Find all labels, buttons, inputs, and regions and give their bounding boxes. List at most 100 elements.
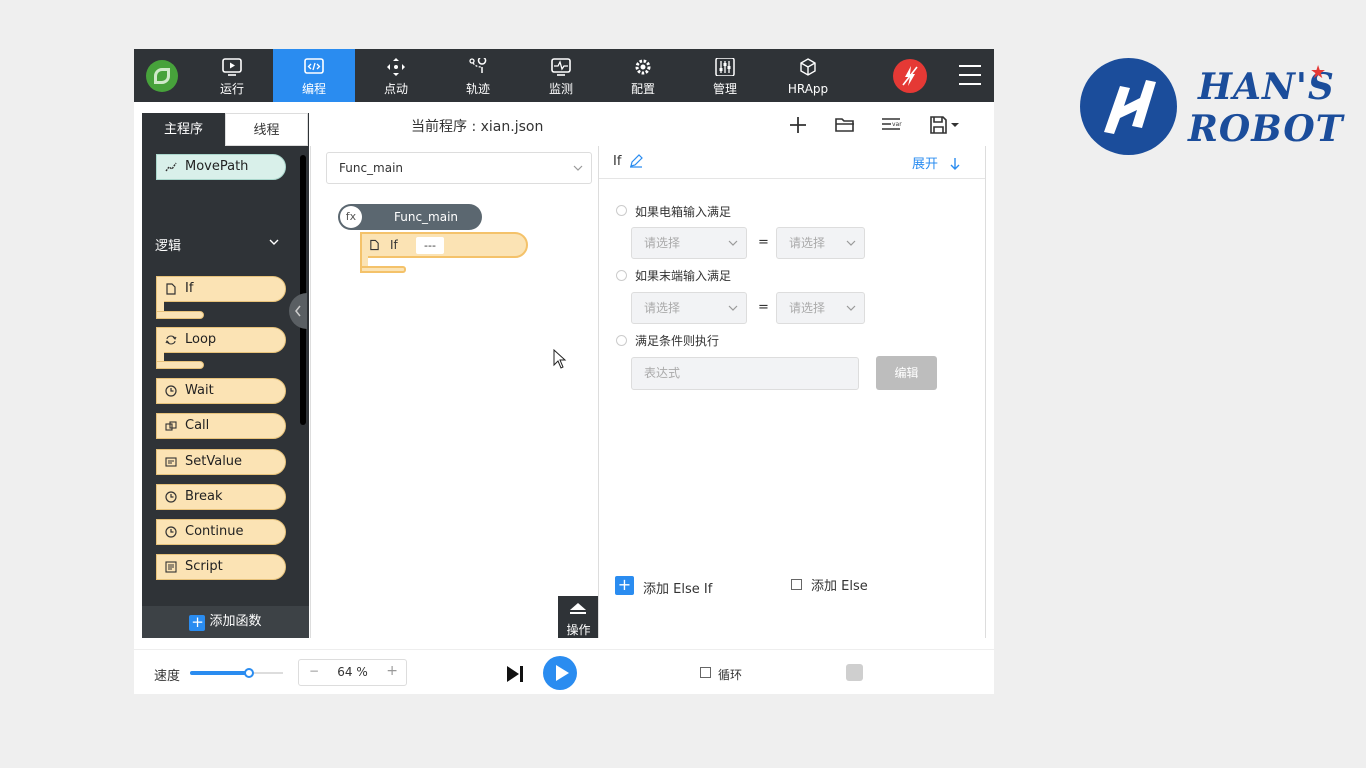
equals-sign: = [758,235,769,250]
add-function-button[interactable]: + 添加函数 [142,606,309,638]
expand-button[interactable]: 展开 [912,153,960,172]
chevron-left-icon [295,305,301,317]
add-icon[interactable] [786,113,810,137]
chevron-down-icon[interactable] [269,237,279,247]
properties-title: If [613,154,622,169]
nav-monitor[interactable]: 监测 [520,49,602,102]
variable-icon[interactable]: var [879,113,903,137]
tab-main-program[interactable]: 主程序 [142,113,225,146]
expand-label: 展开 [912,157,939,172]
block-loop[interactable]: Loop [156,327,286,353]
app-window: 运行 编程 点动 轨迹 监测 配置 管理 HRApp 当前程序: xian.j… [134,49,994,694]
menu-icon[interactable] [959,65,981,85]
script-icon [165,561,177,573]
edit-button[interactable]: 编辑 [876,356,937,390]
box-input-select[interactable]: 请选择 [631,227,747,259]
brand-mark-icon [1080,58,1177,155]
loop-checkbox[interactable] [700,667,711,678]
emergency-stop-button[interactable] [893,59,927,93]
hans-robot-logo: HAN'S ★ ROBOT [1080,58,1350,158]
speed-label: 速度 [154,669,181,684]
clock-icon [165,385,177,397]
block-label: Wait [185,383,214,398]
if-block[interactable]: If --- [360,232,528,258]
call-icon [165,421,177,431]
tab-thread[interactable]: 线程 [225,113,308,146]
section-title-logic: 逻辑 [155,239,182,254]
plus-icon: + [615,576,634,595]
block-label: MovePath [185,159,249,174]
block-label: Call [185,418,210,433]
path-icon [165,162,177,172]
nav-trajectory[interactable]: 轨迹 [437,49,519,102]
block-label: Continue [185,524,244,539]
if-block-label: If [390,238,398,252]
svg-text:var: var [892,121,902,128]
chevron-down-icon [846,240,856,246]
document-icon [370,239,379,251]
operate-button[interactable]: 操作 [558,596,599,638]
stop-button[interactable] [846,664,863,681]
folder-open-icon[interactable] [833,113,857,137]
expression-input[interactable]: 表达式 [631,357,859,390]
add-function-label: 添加函数 [209,614,262,629]
document-icon [166,283,176,295]
run-button[interactable] [543,656,577,690]
nav-program[interactable]: 编程 [273,49,355,102]
nav-label: 编程 [301,82,326,96]
select-placeholder: 请选择 [789,236,826,250]
block-setvalue[interactable]: SetValue [156,449,286,475]
function-block-main[interactable]: fx Func_main [338,204,482,230]
nav-label: 管理 [712,82,737,96]
current-program-label: 当前程序 : xian.json [411,119,544,135]
block-script[interactable]: Script [156,554,286,580]
nav-jog[interactable]: 点动 [355,49,437,102]
palette-scrollbar[interactable] [300,155,306,425]
plus-icon: + [189,613,206,631]
radio-expression[interactable] [616,335,627,346]
nav-label: 运行 [219,82,244,96]
play-icon [556,665,569,681]
end-value-select[interactable]: 请选择 [776,292,865,324]
function-select-value: Func_main [339,161,404,175]
if-condition-field[interactable]: --- [416,237,444,254]
nav-label: 点动 [383,82,408,96]
block-movepath[interactable]: MovePath [156,154,286,180]
end-input-select[interactable]: 请选择 [631,292,747,324]
nav-manage[interactable]: 管理 [684,49,766,102]
move-arrows-icon [387,58,405,76]
clock-icon [165,526,177,538]
code-icon [304,58,324,74]
operate-label: 操作 [566,623,591,637]
step-forward-icon[interactable] [505,665,525,683]
block-call[interactable]: Call [156,413,286,439]
speed-slider-handle[interactable] [244,668,254,678]
power-off-icon [902,66,918,86]
nav-run[interactable]: 运行 [191,49,273,102]
zoom-stepper: − 64 % + [298,659,407,686]
radio-end-input[interactable] [616,270,627,281]
box-value-select[interactable]: 请选择 [776,227,865,259]
block-continue[interactable]: Continue [156,519,286,545]
block-wait[interactable]: Wait [156,378,286,404]
function-select[interactable]: Func_main [326,152,592,184]
cube-icon [800,58,816,76]
app-logo [146,60,178,92]
condition-expression-label: 满足条件则执行 [635,334,720,348]
save-dropdown-icon[interactable] [928,113,960,137]
condition-end-input-label: 如果末端输入满足 [635,269,732,283]
speed-slider-fill [190,671,250,675]
radio-box-input[interactable] [616,205,627,216]
brand-text-line2: ROBOT [1188,108,1344,150]
add-else-label: 添加 Else [811,579,868,594]
block-palette: 主程序 线程 MovePath 逻辑 If Loop Wait Call Set… [142,113,309,638]
pencil-icon[interactable] [629,154,643,168]
nav-config[interactable]: 配置 [602,49,684,102]
block-if[interactable]: If [156,276,286,302]
block-break[interactable]: Break [156,484,286,510]
nav-label: 轨迹 [465,82,490,96]
nav-hrapp[interactable]: HRApp [767,49,849,102]
zoom-in-button[interactable]: + [386,663,398,679]
block-label: SetValue [185,454,243,469]
add-else-checkbox[interactable] [791,579,802,590]
